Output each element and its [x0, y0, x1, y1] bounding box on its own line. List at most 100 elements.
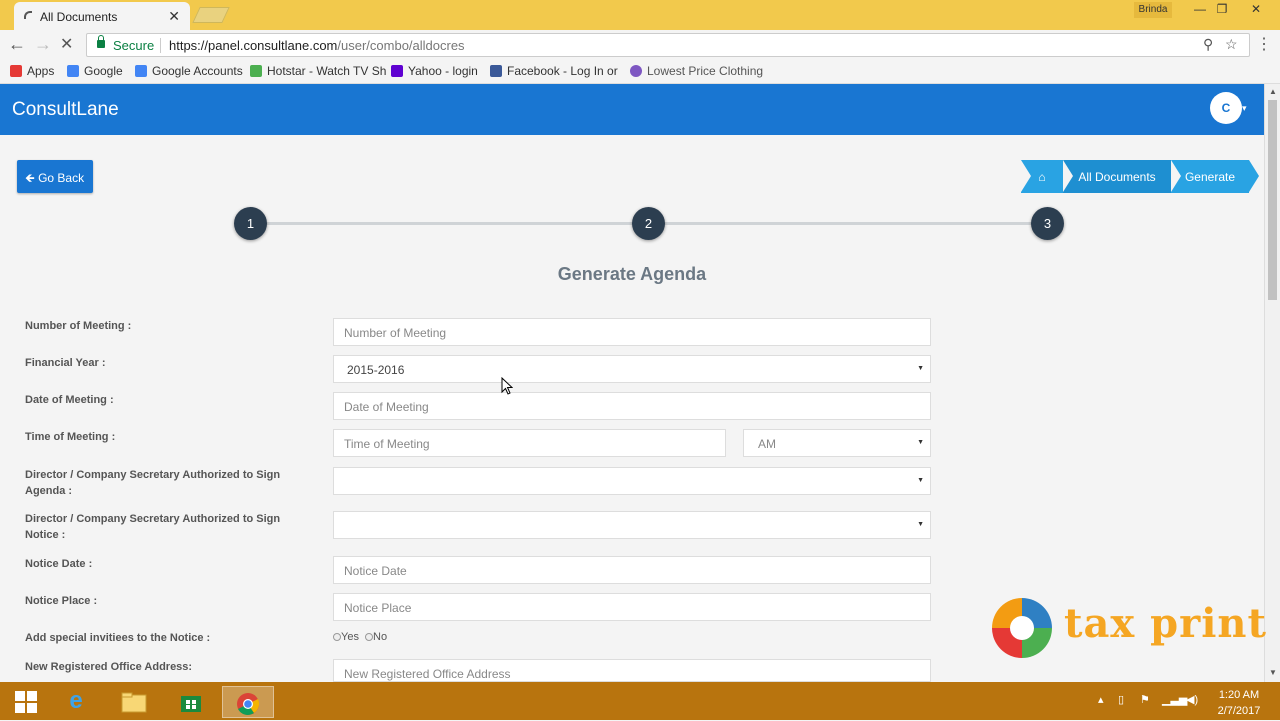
apps-icon — [10, 65, 22, 77]
stop-icon[interactable]: ✕ — [60, 34, 73, 54]
special-invitees-no-radio[interactable]: No — [365, 631, 387, 643]
tab-close-icon[interactable]: ✕ — [168, 8, 180, 25]
folder-icon — [121, 692, 147, 713]
date-of-meeting-input[interactable]: Date of Meeting — [333, 392, 931, 420]
notice-date-input[interactable]: Notice Date — [333, 556, 931, 584]
chevron-down-icon: ▼ — [917, 439, 924, 446]
file-explorer-icon[interactable] — [108, 686, 160, 718]
restore-icon[interactable]: ❐ — [1210, 2, 1234, 22]
financial-year-label: Financial Year : — [25, 357, 106, 369]
tablet-icon[interactable]: ▯ — [1118, 693, 1124, 706]
number-of-meeting-input[interactable]: Number of Meeting — [333, 318, 931, 346]
breadcrumb-home[interactable]: ⌂ — [1021, 160, 1073, 193]
special-invitees-yes-radio[interactable]: Yes — [333, 631, 359, 643]
radio-label: Yes — [341, 631, 359, 643]
time-of-meeting-input[interactable]: Time of Meeting — [333, 429, 726, 457]
bookmark-label: Lowest Price Clothing — [647, 64, 764, 78]
director-notice-select[interactable]: ▼ — [333, 511, 931, 539]
google-icon — [135, 65, 147, 77]
internet-explorer-icon[interactable]: e — [50, 686, 102, 718]
bookmark-label: Yahoo - login — [408, 64, 478, 78]
back-icon[interactable]: ← — [8, 34, 26, 55]
network-icon[interactable]: ▁▃▅ — [1162, 693, 1187, 706]
mouse-cursor-icon — [501, 377, 513, 395]
address-bar[interactable]: Secure https://panel.consultlane.com/use… — [86, 33, 1250, 57]
app-header: ConsultLane C ▾ — [0, 84, 1264, 135]
chevron-down-icon[interactable]: ▾ — [1242, 103, 1247, 114]
url-text: https://panel.consultlane.com/user/combo… — [169, 38, 465, 53]
radio-label: No — [373, 631, 388, 643]
bookmark-google-accounts[interactable]: Google Accounts — [135, 64, 243, 78]
financial-year-select[interactable]: 2015-2016 ▼ — [333, 355, 931, 383]
profile-badge[interactable]: Brinda — [1134, 2, 1172, 18]
radio-icon — [365, 633, 373, 641]
step-3[interactable]: 3 — [1031, 207, 1064, 240]
am-pm-select[interactable]: AM ▼ — [743, 429, 931, 457]
bookmark-label: Apps — [27, 64, 55, 78]
scrollbar-thumb[interactable] — [1268, 100, 1277, 300]
bookmark-apps[interactable]: Apps — [10, 64, 54, 78]
breadcrumb-label: Generate — [1184, 170, 1236, 184]
windows-taskbar: e ▴ ▯ ⚑ ▁▃▅ ◀) 1:20 AM 2/7/2017 — [0, 682, 1280, 720]
breadcrumb-all-documents[interactable]: All Documents — [1063, 160, 1181, 193]
browser-tab-bar: All Documents ✕ Brinda — ❐ ✕ — [0, 0, 1280, 30]
step-2[interactable]: 2 — [632, 207, 665, 240]
page-scrollbar[interactable]: ▲ ▼ — [1264, 84, 1280, 682]
taxprint-logo-icon — [992, 598, 1052, 658]
tab-title: All Documents — [40, 10, 118, 24]
date-of-meeting-label: Date of Meeting : — [25, 394, 114, 406]
bookmark-hotstar[interactable]: Hotstar - Watch TV Sh — [250, 64, 386, 78]
minimize-icon[interactable]: — — [1188, 2, 1212, 22]
star-icon[interactable]: ☆ — [1225, 36, 1238, 53]
system-clock[interactable]: 1:20 AM 2/7/2017 — [1210, 687, 1268, 719]
notice-place-label: Notice Place : — [25, 595, 98, 607]
window-close-icon[interactable]: ✕ — [1244, 2, 1268, 22]
tab-all-documents[interactable]: All Documents ✕ — [14, 2, 190, 30]
chrome-logo-icon — [237, 693, 260, 715]
loading-icon — [24, 11, 32, 19]
bookmark-facebook[interactable]: Facebook - Log In or — [490, 64, 618, 78]
financial-year-value: 2015-2016 — [347, 363, 405, 377]
secure-label: Secure — [113, 38, 155, 53]
store-app-icon[interactable] — [165, 686, 217, 718]
new-office-address-label: New Registered Office Address: — [25, 661, 193, 673]
bookmark-yahoo[interactable]: Yahoo - login — [391, 64, 478, 78]
bookmark-label: Google Accounts — [152, 64, 243, 78]
new-tab-button[interactable] — [192, 7, 230, 23]
address-row: ← → ✕ Secure https://panel.consultlane.c… — [0, 30, 1280, 60]
scroll-up-icon[interactable]: ▲ — [1269, 87, 1277, 96]
director-agenda-label: Director / Company Secretary Authorized … — [25, 469, 281, 497]
time-of-meeting-label: Time of Meeting : — [25, 431, 116, 443]
chevron-down-icon: ▼ — [917, 521, 924, 528]
radio-icon — [333, 633, 341, 641]
home-icon: ⌂ — [1038, 170, 1046, 184]
shopping-bag-icon — [181, 696, 201, 712]
menu-icon[interactable]: ⋮ — [1256, 34, 1272, 54]
tray-expand-icon[interactable]: ▴ — [1098, 693, 1104, 706]
step-1[interactable]: 1 — [234, 207, 267, 240]
director-agenda-select[interactable]: ▼ — [333, 467, 931, 495]
notice-place-input[interactable]: Notice Place — [333, 593, 931, 621]
breadcrumb-generate[interactable]: Generate — [1171, 160, 1259, 193]
bookmark-lowest-price[interactable]: Lowest Price Clothing — [630, 64, 763, 78]
new-office-address-input[interactable]: New Registered Office Address — [333, 659, 931, 682]
brand-logo[interactable]: ConsultLane — [12, 99, 119, 121]
divider — [160, 38, 161, 53]
windows-start-icon[interactable] — [0, 686, 52, 718]
breadcrumb-label: All Documents — [1078, 170, 1156, 184]
clock-time: 1:20 AM — [1218, 689, 1260, 701]
clock-date: 2/7/2017 — [1217, 705, 1261, 717]
bookmark-google[interactable]: Google — [67, 64, 123, 78]
arrow-left-icon: 🡸 — [25, 171, 39, 185]
scroll-down-icon[interactable]: ▼ — [1269, 668, 1277, 677]
avatar[interactable]: C — [1210, 92, 1242, 124]
google-icon — [67, 65, 79, 77]
forward-icon[interactable]: → — [34, 34, 52, 55]
go-back-button[interactable]: 🡸 Go Back — [17, 160, 93, 193]
chrome-icon[interactable] — [222, 686, 274, 718]
yahoo-icon — [391, 65, 403, 77]
zoom-icon[interactable]: ⚲ — [1203, 36, 1213, 53]
windows-logo-icon — [15, 691, 37, 713]
volume-icon[interactable]: ◀) — [1186, 693, 1198, 706]
flag-icon[interactable]: ⚑ — [1140, 693, 1150, 706]
